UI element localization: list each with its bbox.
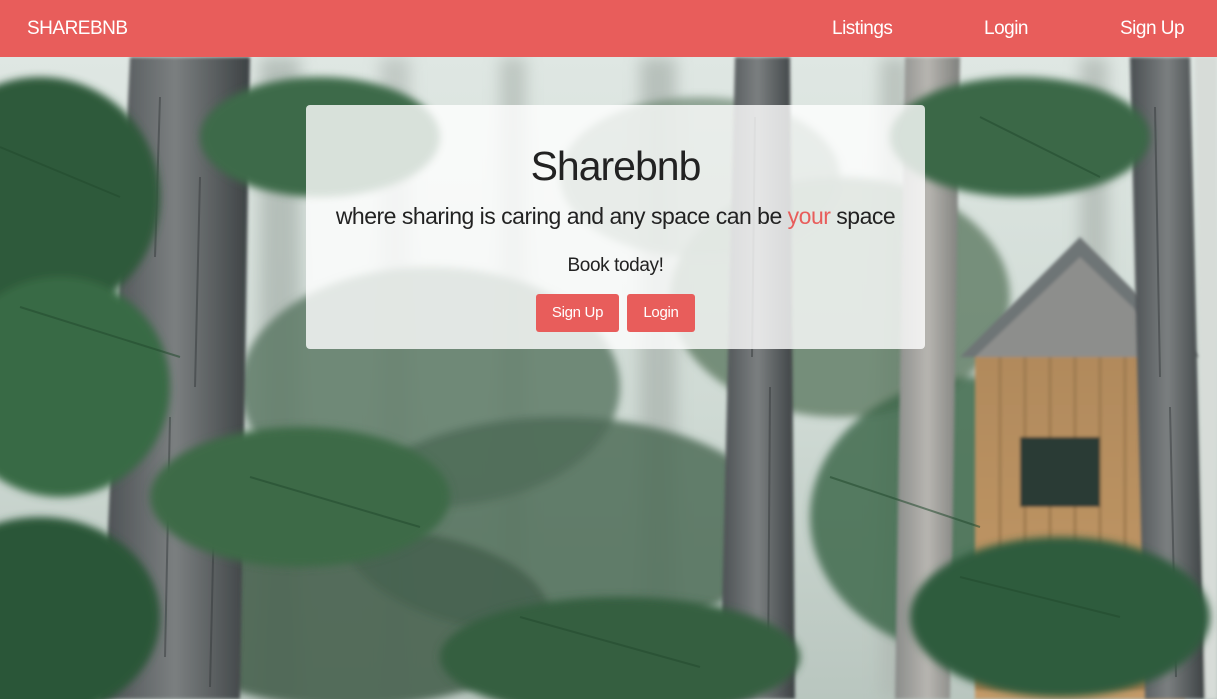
hero-signup-button[interactable]: Sign Up (536, 294, 619, 332)
hero-subtitle: where sharing is caring and any space ca… (306, 203, 925, 230)
brand-link[interactable]: SHAREBNB (27, 0, 128, 57)
hero-title: Sharebnb (530, 143, 702, 189)
hero-login-button[interactable]: Login (627, 294, 695, 332)
hero-subtitle-accent-word: your (787, 203, 831, 229)
nav-login-link[interactable]: Login (984, 0, 1029, 57)
nav-listings-link[interactable]: Listings (832, 0, 893, 57)
nav-signup-link[interactable]: Sign Up (1120, 0, 1185, 57)
hero-subtitle-before: where sharing is caring and any space ca… (335, 203, 788, 229)
top-navbar: SHAREBNB Listings Login Sign Up (0, 0, 1217, 57)
hero-cta-text: Book today! (567, 255, 664, 276)
hero-subtitle-after: space (830, 203, 896, 229)
hero-card: Sharebnb where sharing is caring and any… (306, 105, 925, 349)
landing-page: SHAREBNB Listings Login Sign Up Sharebnb… (0, 0, 1217, 699)
